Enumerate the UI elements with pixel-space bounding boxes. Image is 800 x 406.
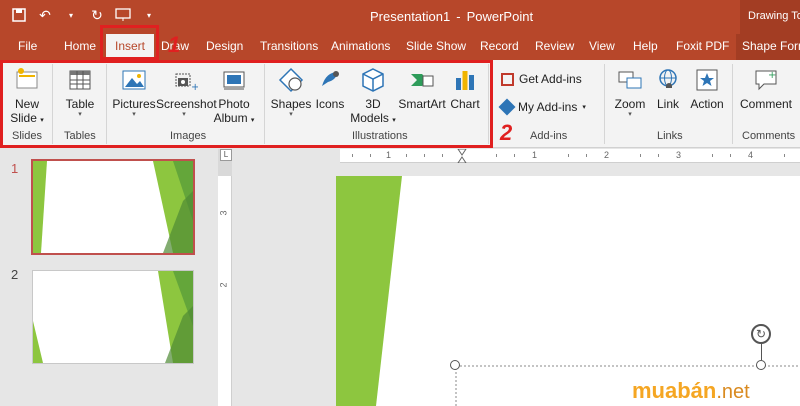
selection-handle[interactable] — [756, 360, 766, 370]
step-1-number: 1 — [168, 32, 181, 57]
drawing-tools-label: Drawing Too — [740, 0, 800, 34]
slide-2-design — [33, 271, 193, 363]
tab-view[interactable]: View — [589, 39, 615, 53]
document-title: Presentation1 - PowerPoint — [370, 9, 533, 24]
action-label: Action — [690, 97, 724, 111]
zoom-label: Zoom — [614, 97, 646, 111]
watermark-logo: muabán.net — [632, 378, 750, 404]
link-button[interactable]: Link — [650, 66, 686, 111]
tab-slide-show[interactable]: Slide Show — [406, 39, 466, 53]
slide-design — [336, 176, 800, 406]
chevron-down-icon[interactable]: ▾ — [62, 6, 80, 24]
step-2-number: 2 — [500, 120, 513, 145]
ruler-label: 3 — [218, 210, 229, 216]
tab-selector[interactable]: L — [220, 149, 232, 161]
slide-1-design — [33, 161, 193, 253]
ribbon-highlight — [0, 60, 493, 148]
horizontal-ruler[interactable]: 1 1 2 3 4 — [340, 148, 800, 164]
tab-animations[interactable]: Animations — [331, 39, 390, 53]
rotate-handle-line — [761, 344, 762, 360]
store-icon — [501, 72, 514, 86]
slide-canvas[interactable]: ↻ — [336, 176, 800, 406]
chevron-down-icon: ▾ — [582, 104, 586, 111]
selection-handle[interactable] — [450, 360, 460, 370]
watermark-suffix: .net — [716, 381, 750, 403]
group-label-links: Links — [657, 130, 683, 142]
ruler-label: 4 — [748, 150, 754, 160]
tab-home[interactable]: Home — [64, 39, 96, 53]
tab-record[interactable]: Record — [480, 39, 519, 53]
comment-button[interactable]: + Comment — [738, 66, 794, 111]
get-addins-label: Get Add-ins — [519, 72, 582, 86]
slide-1-thumbnail[interactable] — [31, 159, 195, 255]
tab-design[interactable]: Design — [206, 39, 243, 53]
ruler-label: 1 — [532, 150, 538, 160]
group-divider — [732, 64, 733, 144]
star-icon — [696, 69, 718, 91]
my-addins-button[interactable]: My Add-ins ▾ — [498, 98, 586, 116]
tab-foxit-pdf[interactable]: Foxit PDF — [676, 39, 729, 53]
svg-text:+: + — [768, 70, 776, 81]
chevron-down-icon: ▾ — [628, 111, 632, 118]
group-label-addins: Add-ins — [530, 130, 568, 142]
document-name: Presentation1 — [370, 9, 451, 24]
vertical-ruler[interactable]: 3 2 — [218, 176, 232, 406]
ruler-label: 1 — [386, 150, 392, 160]
link-icon — [659, 69, 677, 88]
undo-icon[interactable]: ↶ — [36, 6, 54, 24]
addins-icon — [498, 98, 516, 116]
title-separator: - — [456, 9, 461, 24]
slide-2-number: 2 — [11, 267, 19, 282]
slide-thumbnails-panel: 1 2 — [0, 149, 218, 406]
customize-toolbar-icon[interactable]: ▾ — [140, 6, 158, 24]
tab-review[interactable]: Review — [535, 39, 574, 53]
comment-icon: + — [755, 70, 777, 91]
slideshow-from-start-icon[interactable] — [114, 6, 132, 24]
comment-label: Comment — [739, 97, 792, 111]
zoom-icon — [618, 71, 642, 89]
tab-shape-format[interactable]: Shape Form — [742, 39, 800, 53]
ruler-ticks — [352, 148, 785, 164]
slide-1-number: 1 — [11, 161, 19, 176]
redo-icon[interactable]: ↻ — [88, 6, 106, 24]
rotate-handle-icon[interactable]: ↻ — [751, 324, 771, 344]
my-addins-label: My Add-ins — [518, 100, 578, 114]
get-addins-button[interactable]: Get Add-ins — [501, 72, 582, 86]
quick-access-toolbar: ↶ ▾ ↻ ▾ — [10, 6, 158, 24]
app-name: PowerPoint — [466, 9, 534, 24]
slide-2-thumbnail[interactable] — [32, 270, 194, 364]
watermark-brand: muabán — [632, 378, 717, 403]
save-icon[interactable] — [10, 6, 28, 24]
group-divider — [604, 64, 605, 144]
link-label: Link — [656, 97, 679, 111]
tab-file[interactable]: File — [18, 39, 37, 53]
zoom-button[interactable]: Zoom ▾ — [612, 66, 648, 119]
tab-transitions[interactable]: Transitions — [260, 39, 318, 53]
action-button[interactable]: Action — [688, 66, 726, 111]
contextual-tab-bg: Shape Form — [736, 34, 800, 60]
ruler-label: 3 — [676, 150, 682, 160]
tab-help[interactable]: Help — [633, 39, 658, 53]
insert-tab-highlight — [100, 25, 159, 60]
ruler-label: 2 — [218, 282, 229, 288]
group-label-comments: Comments — [742, 130, 796, 142]
ruler-label: 2 — [604, 150, 610, 160]
